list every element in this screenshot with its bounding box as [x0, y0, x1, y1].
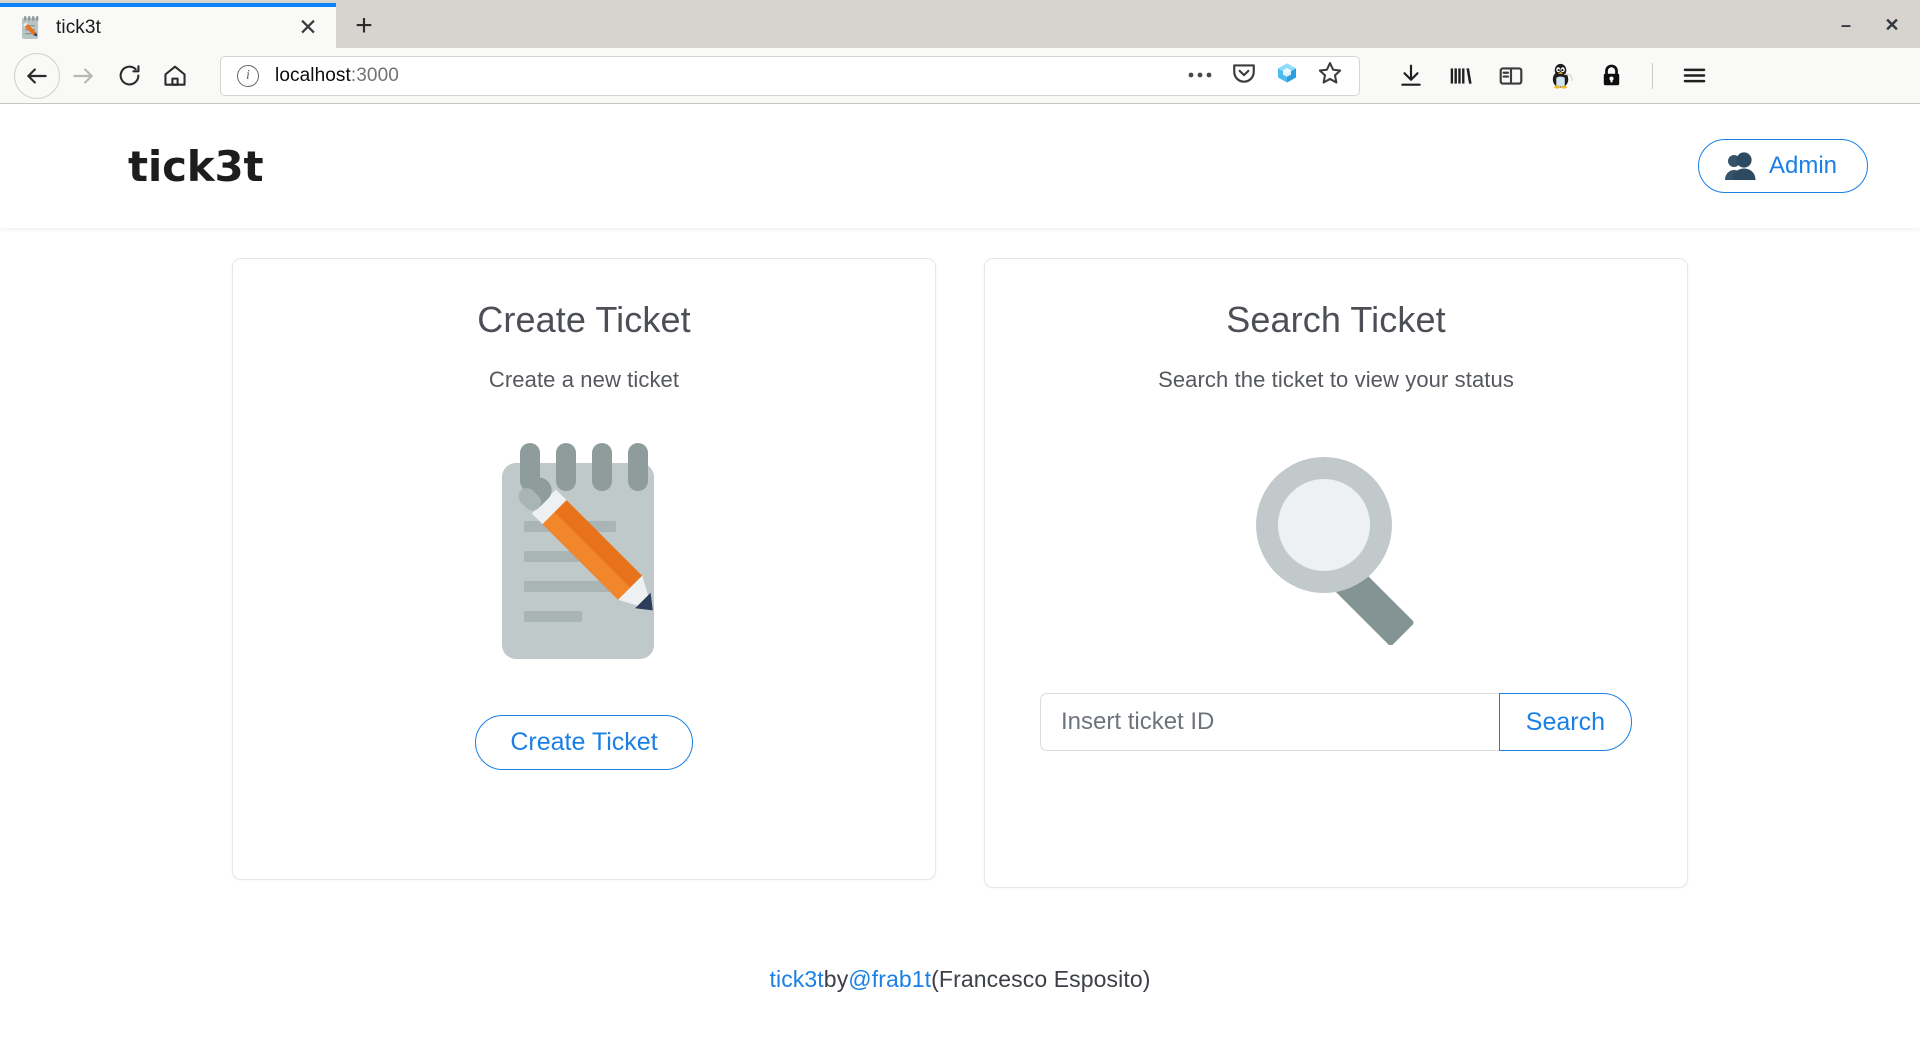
search-button[interactable]: Search — [1498, 693, 1632, 751]
window-close-icon[interactable]: ✕ — [1872, 10, 1912, 40]
tab-strip: tick3t ✕ + – ✕ — [0, 0, 1920, 48]
footer-by-text: by — [823, 965, 849, 992]
minimize-icon[interactable]: – — [1826, 10, 1866, 40]
tux-extension-icon[interactable] — [1546, 61, 1576, 91]
page-info-icon[interactable]: i — [237, 64, 259, 87]
toolbar-divider — [1652, 62, 1653, 89]
browser-window: tick3t ✕ + – ✕ i localhost:3000 tick3t A… — [0, 0, 1920, 1039]
library-icon[interactable] — [1446, 61, 1476, 91]
home-icon[interactable] — [152, 53, 198, 99]
footer-author-name: (Francesco Esposito) — [931, 965, 1151, 992]
card-title: Create Ticket — [477, 299, 691, 340]
create-ticket-button-wrap: Create Ticket — [475, 715, 693, 770]
search-row: Search — [1040, 693, 1632, 751]
url-bar[interactable]: i localhost:3000 — [220, 55, 1360, 96]
page-content: tick3t Admin Create Ticket Create a new … — [0, 104, 1920, 1039]
url-bar-icons — [1187, 60, 1347, 91]
hamburger-menu-icon[interactable] — [1679, 61, 1709, 91]
card-title: Search Ticket — [1226, 299, 1446, 340]
card-subtitle: Search the ticket to view your status — [1158, 367, 1514, 392]
busts-silhouette-icon — [1723, 151, 1757, 181]
downloads-icon[interactable] — [1396, 61, 1426, 91]
navigation-toolbar: i localhost:3000 — [0, 48, 1920, 104]
brand-logo[interactable]: tick3t — [128, 142, 264, 191]
window-controls: – ✕ — [1826, 10, 1912, 40]
memo-icon — [20, 15, 42, 41]
admin-button-label: Admin — [1768, 152, 1837, 179]
page-actions-ellipsis-icon[interactable] — [1187, 67, 1213, 85]
url-text: localhost:3000 — [275, 65, 1187, 87]
browser-tab[interactable]: tick3t ✕ — [0, 3, 336, 48]
url-host: localhost — [275, 64, 351, 86]
admin-button[interactable]: Admin — [1697, 139, 1868, 193]
card-subtitle: Create a new ticket — [488, 367, 680, 392]
reload-icon[interactable] — [106, 53, 152, 99]
site-header: tick3t Admin — [0, 104, 1920, 228]
search-ticket-card: Search Ticket Search the ticket to view … — [984, 258, 1688, 888]
bookmark-star-icon[interactable] — [1317, 60, 1343, 91]
search-input[interactable] — [1040, 693, 1499, 751]
footer: tick3t by @frab1t (Francesco Esposito) — [0, 919, 1920, 1039]
main-content: Create Ticket Create a new ticket Create… — [0, 228, 1920, 919]
back-arrow-icon[interactable] — [14, 52, 60, 99]
footer-project-link[interactable]: tick3t — [770, 966, 824, 993]
memo-notepad-pencil-icon — [484, 433, 684, 673]
url-port: :3000 — [350, 64, 399, 86]
pocket-icon[interactable] — [1231, 60, 1257, 91]
forward-arrow-icon[interactable] — [60, 53, 106, 99]
lock-extension-icon[interactable] — [1596, 61, 1626, 91]
browser-toolbar-right — [1382, 61, 1709, 91]
magnifying-glass-icon — [1236, 445, 1436, 645]
new-tab-button[interactable]: + — [336, 3, 392, 48]
create-ticket-button[interactable]: Create Ticket — [475, 715, 693, 770]
tab-title: tick3t — [56, 16, 101, 38]
sidebar-icon[interactable] — [1496, 61, 1526, 91]
container-cube-icon[interactable] — [1275, 61, 1299, 90]
close-icon[interactable]: ✕ — [294, 14, 322, 42]
create-ticket-card: Create Ticket Create a new ticket Create… — [232, 258, 936, 880]
footer-author-handle[interactable]: @frab1t — [848, 966, 931, 993]
